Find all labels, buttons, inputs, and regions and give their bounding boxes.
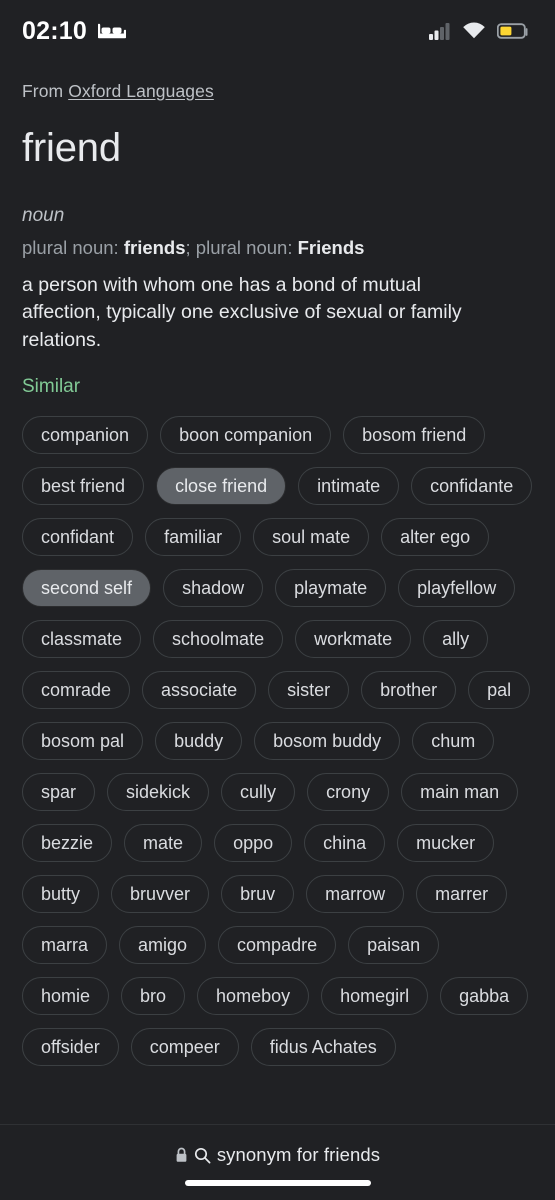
synonym-chip[interactable]: gabba	[440, 977, 529, 1016]
synonym-chip[interactable]: butty	[22, 875, 100, 914]
page-title: friend	[22, 126, 121, 170]
synonym-chip[interactable]: confidante	[411, 467, 533, 506]
synonym-chip[interactable]: bro	[121, 977, 186, 1016]
battery-icon	[497, 22, 529, 40]
synonym-chip[interactable]: compadre	[218, 926, 337, 965]
oxford-languages-link[interactable]: Oxford Languages	[68, 81, 214, 101]
synonym-chip[interactable]: china	[304, 824, 386, 863]
plural-prefix-1: plural noun:	[22, 236, 124, 258]
synonym-chip[interactable]: classmate	[22, 620, 142, 659]
plural-form-1: friends	[123, 236, 186, 258]
plural-prefix-2: plural noun:	[195, 236, 298, 258]
synonym-chip[interactable]: comrade	[22, 671, 131, 710]
synonym-chip[interactable]: close friend	[156, 467, 287, 506]
synonym-chip[interactable]: brother	[361, 671, 457, 710]
omnibox-query: synonym for friends	[216, 1144, 381, 1165]
synonym-chip[interactable]: playmate	[275, 569, 387, 608]
synonym-chip[interactable]: second self	[22, 569, 152, 608]
synonym-chip[interactable]: homegirl	[321, 977, 429, 1016]
synonym-chip[interactable]: shadow	[163, 569, 264, 608]
bed-icon	[97, 22, 126, 40]
source-attribution: From Oxford Languages	[22, 81, 533, 102]
wifi-icon	[462, 22, 486, 40]
synonym-chip[interactable]: bruv	[221, 875, 295, 914]
synonym-chip-list: companion boon companion bosom friend best …	[22, 416, 533, 1067]
definition-text: a person with whom one has a bond of mut…	[22, 273, 462, 351]
synonym-chip[interactable]: bosom pal	[22, 722, 144, 761]
synonym-chip[interactable]: compeer	[130, 1028, 239, 1067]
status-bar: 02:10	[0, 0, 555, 62]
synonym-chip[interactable]: fidus Achates	[250, 1028, 396, 1067]
plural-separator: ;	[185, 236, 196, 258]
synonym-chip[interactable]: mate	[124, 824, 203, 863]
signal-bars-icon	[429, 22, 451, 40]
part-of-speech: noun	[22, 205, 65, 226]
synonym-chip[interactable]: homie	[22, 977, 110, 1016]
status-bar-right	[429, 22, 529, 40]
synonym-chip[interactable]: buddy	[155, 722, 243, 761]
synonym-chip[interactable]: offsider	[22, 1028, 119, 1067]
synonym-chip[interactable]: chum	[412, 722, 495, 761]
browser-bottom-bar: synonym for friends	[0, 1124, 555, 1200]
synonym-chip[interactable]: crony	[307, 773, 390, 812]
synonym-chip[interactable]: amigo	[119, 926, 207, 965]
synonym-chip[interactable]: bruvver	[111, 875, 210, 914]
dictionary-card: From Oxford Languages friend noun plural…	[0, 62, 555, 1124]
synonym-chip[interactable]: boon companion	[160, 416, 332, 455]
synonym-chip[interactable]: alter ego	[381, 518, 490, 557]
home-indicator[interactable]	[184, 1180, 371, 1186]
synonym-chip[interactable]: paisan	[348, 926, 440, 965]
plural-form-2: Friends	[297, 236, 365, 258]
synonym-chip[interactable]: playfellow	[398, 569, 516, 608]
synonym-chip[interactable]: sidekick	[107, 773, 210, 812]
synonym-chip[interactable]: familiar	[145, 518, 242, 557]
synonym-chip[interactable]: soul mate	[253, 518, 370, 557]
source-prefix: From	[22, 81, 69, 101]
similar-section-label: Similar	[22, 375, 81, 397]
plural-forms: plural noun: friends; plural noun: Frien…	[22, 235, 533, 261]
search-icon	[194, 1147, 211, 1164]
omnibox[interactable]: synonym for friends	[175, 1144, 380, 1166]
synonym-chip[interactable]: bezzie	[22, 824, 113, 863]
synonym-chip[interactable]: marrer	[416, 875, 508, 914]
synonym-chip[interactable]: mucker	[397, 824, 495, 863]
synonym-chip[interactable]: cully	[221, 773, 296, 812]
synonym-chip[interactable]: oppo	[214, 824, 293, 863]
status-bar-left: 02:10	[22, 17, 126, 46]
synonym-chip[interactable]: schoolmate	[153, 620, 284, 659]
synonym-chip[interactable]: main man	[401, 773, 519, 812]
synonym-chip[interactable]: confidant	[22, 518, 134, 557]
synonym-chip[interactable]: ally	[423, 620, 489, 659]
synonym-chip[interactable]: bosom buddy	[254, 722, 401, 761]
synonym-chip[interactable]: marra	[22, 926, 108, 965]
synonym-chip[interactable]: associate	[142, 671, 257, 710]
synonym-chip[interactable]: workmate	[295, 620, 412, 659]
synonym-chip[interactable]: pal	[468, 671, 531, 710]
synonym-chip[interactable]: homeboy	[197, 977, 310, 1016]
synonym-chip[interactable]: sister	[268, 671, 350, 710]
synonym-chip[interactable]: spar	[22, 773, 96, 812]
synonym-chip[interactable]: intimate	[298, 467, 400, 506]
lock-icon	[175, 1147, 188, 1163]
synonym-chip[interactable]: bosom friend	[343, 416, 486, 455]
status-clock: 02:10	[22, 16, 87, 45]
synonym-chip[interactable]: best friend	[22, 467, 145, 506]
synonym-chip[interactable]: marrow	[306, 875, 405, 914]
synonym-chip[interactable]: companion	[22, 416, 149, 455]
phone-screen: 02:10 From Oxford Languages friend noun …	[0, 0, 555, 1200]
